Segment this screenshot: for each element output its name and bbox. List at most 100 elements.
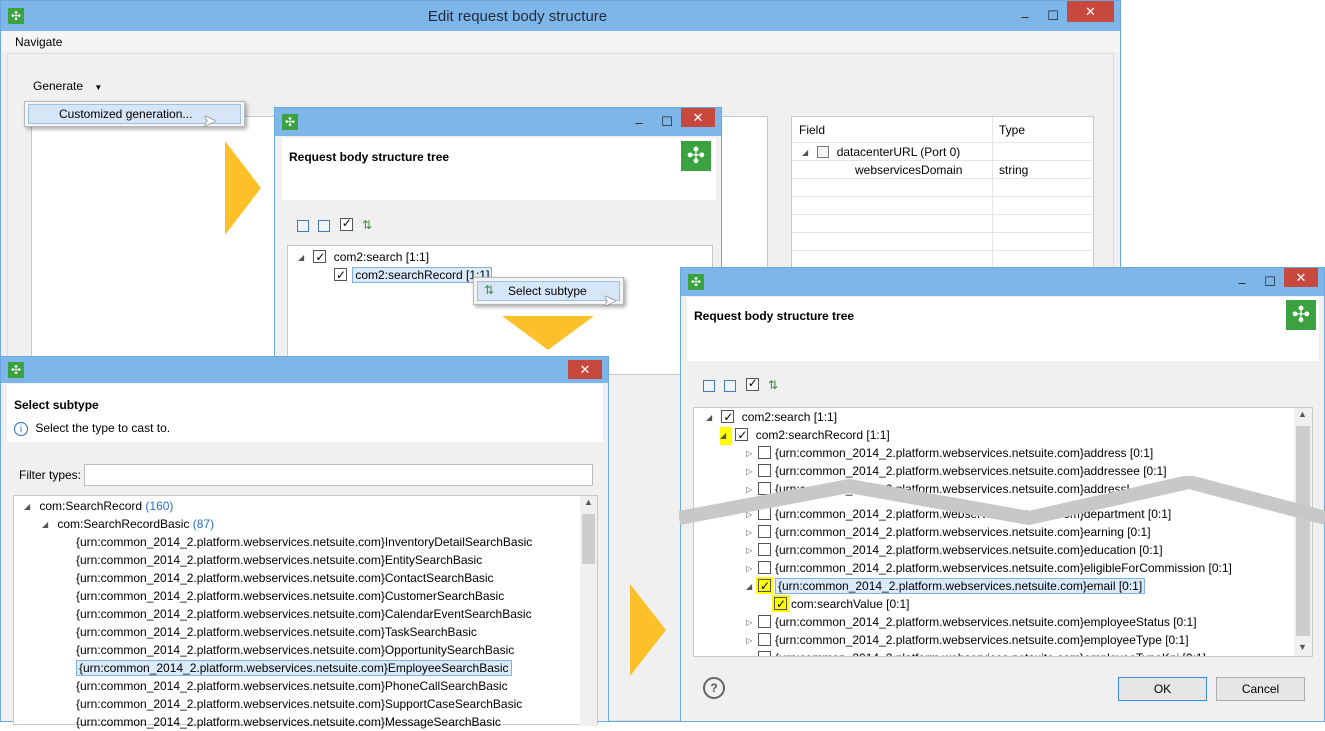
check-all-icon[interactable] — [339, 216, 353, 231]
expand-icon[interactable]: ◢ — [42, 516, 54, 534]
tree-node[interactable]: ▷{urn:common_2014_2.platform.webservices… — [746, 613, 1197, 631]
node-checkbox[interactable] — [334, 266, 347, 284]
filter-types-input[interactable] — [84, 464, 593, 486]
node-checkbox[interactable] — [313, 248, 327, 266]
scroll-up-icon[interactable]: ▲ — [1298, 409, 1307, 419]
expand-icon[interactable]: ◢ — [720, 427, 732, 445]
field-name: webservicesDomain — [855, 163, 963, 177]
tree-node[interactable]: ◢ com:SearchRecordBasic (87) — [42, 515, 214, 533]
list-item[interactable]: {urn:common_2014_2.platform.webservices.… — [76, 551, 482, 569]
minimize-icon[interactable]: – — [1228, 271, 1256, 293]
scroll-down-icon[interactable]: ▼ — [1298, 642, 1307, 652]
expand-icon[interactable]: ◢ — [298, 249, 310, 267]
expand-icon[interactable]: ▷ — [746, 632, 758, 650]
select-subtype-icon[interactable]: ⇅ — [362, 218, 372, 232]
tree-node[interactable]: com2:searchRecord [1:1] — [334, 266, 493, 284]
node-checkbox[interactable] — [758, 633, 771, 646]
table-row[interactable]: webservicesDomain — [855, 161, 962, 179]
expand-icon[interactable]: ▷ — [746, 560, 758, 578]
list-item[interactable]: {urn:common_2014_2.platform.webservices.… — [76, 641, 514, 659]
check-all-icon[interactable] — [745, 376, 759, 391]
type-cell: string — [999, 163, 1029, 177]
tree-node[interactable]: ◢ com:SearchRecord (160) — [24, 497, 173, 515]
maximize-icon[interactable]: ☐ — [653, 111, 681, 133]
tree-node[interactable]: ▷{urn:common_2014_2.platform.webservices… — [746, 559, 1232, 577]
list-item[interactable]: {urn:common_2014_2.platform.webservices.… — [76, 713, 501, 731]
node-checkbox[interactable] — [735, 426, 749, 444]
expand-icon[interactable]: ▷ — [746, 614, 758, 632]
expand-all-icon[interactable] — [297, 219, 309, 232]
collapse-all-icon[interactable] — [724, 379, 737, 392]
flow-arrow-down-icon — [502, 316, 594, 350]
expand-icon[interactable]: ◢ — [706, 409, 718, 427]
tree-small-titlebar: ✣ – ☐ ✕ — [275, 108, 721, 136]
ok-button[interactable]: OK — [1118, 677, 1207, 701]
tree-node[interactable]: ▷{urn:common_2014_2.platform.webservices… — [746, 444, 1153, 462]
collapse-all-icon[interactable] — [318, 219, 331, 232]
list-item[interactable]: {urn:common_2014_2.platform.webservices.… — [76, 677, 508, 695]
node-checkbox[interactable] — [758, 446, 771, 459]
maximize-icon[interactable]: ☐ — [1039, 5, 1067, 27]
dropdown-arrow-icon: ▼ — [94, 83, 103, 92]
select-subtype-icon: ⇅ — [484, 283, 495, 297]
mouse-cursor-icon: ➤ — [203, 113, 217, 130]
minimize-icon[interactable]: – — [625, 111, 653, 133]
list-item[interactable]: {urn:common_2014_2.platform.webservices.… — [76, 623, 477, 641]
scrollbar[interactable]: ▲ — [580, 496, 597, 726]
expand-all-icon[interactable] — [703, 379, 715, 392]
help-icon[interactable]: ? — [703, 677, 725, 699]
tree-node[interactable]: ▷{urn:common_2014_2.platform.webservices… — [746, 631, 1189, 649]
scroll-up-icon[interactable]: ▲ — [584, 497, 593, 507]
menu-navigate[interactable]: Navigate — [15, 35, 62, 49]
expand-icon[interactable]: ◢ — [24, 498, 36, 516]
app-icon: ✣ — [688, 274, 704, 290]
node-checkbox[interactable] — [758, 651, 771, 656]
tree-small-toolbar: ⇅ — [297, 216, 372, 232]
select-subtype-item[interactable]: ⇅ Select subtype — [477, 281, 620, 301]
list-item[interactable]: {urn:common_2014_2.platform.webservices.… — [76, 569, 494, 587]
close-icon[interactable]: ✕ — [1067, 1, 1114, 22]
maximize-icon[interactable]: ☐ — [1256, 271, 1284, 293]
node-checkbox[interactable] — [774, 595, 787, 613]
expand-icon[interactable]: ▷ — [746, 650, 758, 656]
list-item[interactable]: {urn:common_2014_2.platform.webservices.… — [76, 533, 532, 551]
list-item[interactable]: {urn:common_2014_2.platform.webservices.… — [76, 605, 532, 623]
tree-big-header: Request body structure tree ✣ — [687, 297, 1319, 361]
collapse-icon[interactable]: ◢ — [746, 578, 758, 596]
tree-node[interactable]: ◢ com2:search [1:1] — [706, 408, 837, 426]
tree-node[interactable]: com:searchValue [0:1] — [774, 595, 910, 613]
list-item[interactable]: {urn:common_2014_2.platform.webservices.… — [76, 587, 504, 605]
subtype-titlebar: ✣ ✕ — [1, 357, 608, 383]
tree-node[interactable]: ◢ com2:search [1:1] — [298, 248, 429, 266]
filter-label: Filter types: — [19, 468, 82, 482]
cancel-button[interactable]: Cancel — [1216, 677, 1305, 701]
node-checkbox[interactable] — [758, 577, 771, 595]
scroll-thumb[interactable] — [582, 514, 595, 564]
minimize-icon[interactable]: – — [1011, 5, 1039, 27]
select-subtype-icon[interactable]: ⇅ — [768, 378, 778, 392]
expand-icon[interactable]: ◢ — [802, 144, 814, 162]
table-row[interactable]: ◢ datacenterURL (Port 0) — [802, 143, 960, 161]
field-name: datacenterURL (Port 0) — [836, 145, 961, 159]
tree-node[interactable]: ▷{urn:common_2014_2.platform.webservices… — [746, 649, 1206, 656]
close-icon[interactable]: ✕ — [681, 108, 715, 127]
list-item[interactable]: {urn:common_2014_2.platform.webservices.… — [76, 659, 512, 677]
close-icon[interactable]: ✕ — [568, 360, 602, 379]
select-subtype-dialog: ✣ ✕ Select subtype i Select the type to … — [0, 356, 609, 729]
expand-icon[interactable]: ▷ — [746, 445, 758, 463]
tree-node[interactable]: ◢ com2:searchRecord [1:1] — [720, 426, 890, 445]
tree-node[interactable]: ▷{urn:common_2014_2.platform.webservices… — [746, 541, 1163, 559]
close-icon[interactable]: ✕ — [1284, 268, 1318, 287]
main-titlebar: ✣ Edit request body structure – ☐ ✕ — [1, 1, 1120, 31]
generate-button[interactable]: Generate ▼ — [33, 79, 102, 93]
tree-node[interactable]: ◢{urn:common_2014_2.platform.webservices… — [746, 577, 1146, 596]
node-checkbox[interactable] — [758, 543, 771, 556]
tree-big-titlebar: ✣ – ☐ ✕ — [681, 268, 1324, 296]
node-checkbox[interactable] — [721, 408, 735, 426]
port-icon — [817, 146, 830, 158]
list-item[interactable]: {urn:common_2014_2.platform.webservices.… — [76, 695, 522, 713]
node-checkbox[interactable] — [758, 561, 771, 574]
expand-icon[interactable]: ▷ — [746, 542, 758, 560]
node-checkbox[interactable] — [758, 615, 771, 628]
dialog-heading: Request body structure tree — [694, 309, 855, 323]
